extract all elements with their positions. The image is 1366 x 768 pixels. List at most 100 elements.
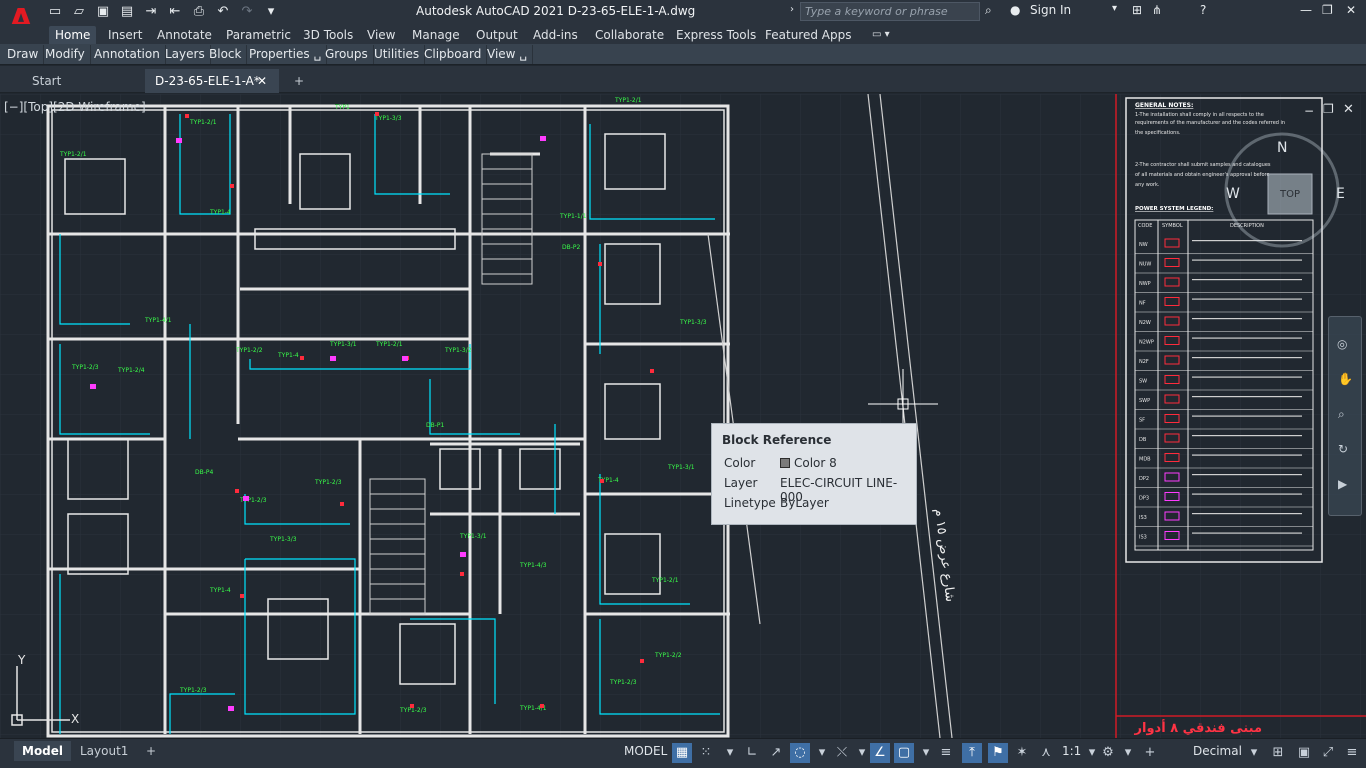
tab-output[interactable]: Output xyxy=(470,26,524,44)
file-tab-drawing[interactable]: D-23-65-ELE-1-A* ✕ xyxy=(145,69,279,93)
new-tab-icon[interactable]: + xyxy=(284,69,314,93)
svg-text:W: W xyxy=(1226,186,1240,202)
file-tab-start[interactable]: Start xyxy=(22,69,71,93)
tab-view[interactable]: View xyxy=(361,26,401,44)
tab-layout1[interactable]: Layout1 xyxy=(72,741,136,761)
viewport-restore-icon[interactable]: ❐ xyxy=(1323,102,1334,116)
tab-home[interactable]: Home xyxy=(49,26,97,44)
viewport-minimize-icon[interactable]: − xyxy=(1304,104,1314,118)
new-file-icon[interactable]: ▭ xyxy=(46,3,64,21)
panel-draw[interactable]: Draw xyxy=(2,45,45,64)
panel-annotation[interactable]: Annotation xyxy=(89,45,166,64)
annotation-scale-icon[interactable]: ⋏ xyxy=(1036,743,1056,763)
qat-dropdown-icon[interactable]: ▾ xyxy=(262,3,280,21)
selection-cycling-icon[interactable]: ⤒ xyxy=(962,743,982,763)
search-icon[interactable]: ⌕ xyxy=(985,3,992,18)
svg-text:TYP1-2/1: TYP1-2/1 xyxy=(651,577,679,584)
units-value[interactable]: Decimal xyxy=(1193,744,1242,758)
close-icon[interactable]: ✕ xyxy=(1346,3,1356,17)
cart-icon[interactable]: ⊞ xyxy=(1132,3,1142,17)
tab-annotate[interactable]: Annotate xyxy=(151,26,218,44)
workspace-dropdown-icon[interactable]: ▾ xyxy=(1118,743,1138,763)
tab-parametric[interactable]: Parametric xyxy=(220,26,297,44)
search-input[interactable]: Type a keyword or phrase xyxy=(800,2,980,21)
save-as-icon[interactable]: ▤ xyxy=(118,3,136,21)
minimize-icon[interactable]: — xyxy=(1300,3,1312,17)
drawing-viewport[interactable]: TYP1-2/1 TYP1-2/1 TYP1 TYP1-3/3 TYP1-2/1 TY… xyxy=(0,94,1366,738)
showmotion-icon[interactable]: ▶ xyxy=(1338,477,1347,491)
object-snap-icon[interactable]: ◌ xyxy=(790,743,810,763)
customize-icon[interactable]: ≡ xyxy=(1342,743,1362,763)
share-icon[interactable]: ⋔ xyxy=(1152,3,1162,17)
annotation-scale-value[interactable]: 1:1 xyxy=(1062,744,1081,758)
status-bar: Model Layout1 + MODEL ▦ ⁙ ▾ ∟ ↗ ◌ ▾ ⤬ ▾ … xyxy=(0,738,1366,768)
ortho-icon[interactable]: ∟ xyxy=(742,743,762,763)
model-space-toggle[interactable]: MODEL xyxy=(624,744,667,758)
orbit-icon[interactable]: ↻ xyxy=(1338,442,1348,456)
import-icon[interactable]: ⇥ xyxy=(142,3,160,21)
navigation-bar[interactable]: ◎ ✋ ⌕ ↻ ▶ xyxy=(1328,316,1362,516)
tab-collaborate[interactable]: Collaborate xyxy=(589,26,670,44)
tab-add-ins[interactable]: Add-ins xyxy=(527,26,584,44)
legend-description-line xyxy=(1192,318,1302,320)
auto-scale-icon[interactable]: ✶ xyxy=(1012,743,1032,763)
svg-text:DESCRIPTION: DESCRIPTION xyxy=(1230,223,1264,229)
svg-text:TYP1-3/1: TYP1-3/1 xyxy=(667,464,695,471)
help-icon[interactable]: ? xyxy=(1200,3,1206,17)
sign-in-dropdown-icon[interactable]: ▾ xyxy=(1112,3,1117,14)
panel-block[interactable]: Block xyxy=(204,45,248,64)
tab-manage[interactable]: Manage xyxy=(406,26,466,44)
export-icon[interactable]: ⇤ xyxy=(166,3,184,21)
grid-icon[interactable]: ▦ xyxy=(672,743,692,763)
new-layout-icon[interactable]: + xyxy=(138,741,164,761)
snap-dropdown-icon[interactable]: ▾ xyxy=(720,743,740,763)
close-tab-icon[interactable]: ✕ xyxy=(257,69,267,93)
transparency-dropdown-icon[interactable]: ▾ xyxy=(916,743,936,763)
open-file-icon[interactable]: ▱ xyxy=(70,3,88,21)
lineweight-icon[interactable]: ▢ xyxy=(894,743,914,763)
zoom-icon[interactable]: ⌕ xyxy=(1338,407,1345,422)
viewport-controls[interactable]: [−][Top][2D Wireframe] xyxy=(4,100,146,114)
isolate-objects-icon[interactable]: ▣ xyxy=(1294,743,1314,763)
tab-featured-apps[interactable]: Featured Apps xyxy=(759,26,857,44)
clean-screen-icon[interactable]: ⤢ xyxy=(1318,743,1338,763)
steering-wheel-icon[interactable]: ◎ xyxy=(1337,337,1347,351)
panel-view[interactable]: View ␣ xyxy=(482,45,533,64)
search-expand-icon[interactable]: › xyxy=(790,4,794,15)
osnap-dropdown-icon[interactable]: ▾ xyxy=(812,743,832,763)
sign-in-link[interactable]: Sign In xyxy=(1030,3,1071,17)
panel-properties[interactable]: Properties ␣ xyxy=(244,45,328,64)
panel-clipboard[interactable]: Clipboard xyxy=(419,45,488,64)
tooltip-title: Block Reference xyxy=(722,433,832,447)
svg-text:TYP1-2/1: TYP1-2/1 xyxy=(614,97,642,104)
tab-3d-tools[interactable]: 3D Tools xyxy=(297,26,359,44)
panel-groups[interactable]: Groups xyxy=(320,45,374,64)
units-dropdown-icon[interactable]: ▾ xyxy=(1244,743,1264,763)
user-icon[interactable]: ● xyxy=(1010,3,1020,17)
svg-text:TYP1-2/1: TYP1-2/1 xyxy=(189,119,217,126)
workspace-gear-icon[interactable]: ⚙ xyxy=(1098,743,1118,763)
pan-icon[interactable]: ✋ xyxy=(1338,372,1353,386)
restore-icon[interactable]: ❐ xyxy=(1322,3,1333,17)
menu-icon[interactable]: ≡ xyxy=(936,743,956,763)
panel-modify[interactable]: Modify xyxy=(40,45,91,64)
svg-text:TYP1-2/3: TYP1-2/3 xyxy=(314,479,342,486)
annotation-monitor-icon[interactable]: + xyxy=(1140,743,1160,763)
quick-properties-icon[interactable]: ⊞ xyxy=(1268,743,1288,763)
tab-insert[interactable]: Insert xyxy=(102,26,148,44)
tab-model[interactable]: Model xyxy=(14,741,72,761)
ribbon-toggle-icon[interactable]: ▭ ▾ xyxy=(866,26,896,44)
snap-icon[interactable]: ⁙ xyxy=(696,743,716,763)
annotation-visibility-icon[interactable]: ⚑ xyxy=(988,743,1008,763)
isodraft-dropdown-icon[interactable]: ▾ xyxy=(852,743,872,763)
polar-icon[interactable]: ↗ xyxy=(766,743,786,763)
save-icon[interactable]: ▣ xyxy=(94,3,112,21)
redo-icon[interactable]: ↷ xyxy=(238,3,256,21)
object-tracking-icon[interactable]: ∠ xyxy=(870,743,890,763)
print-icon[interactable]: ⎙ xyxy=(190,3,208,21)
isodraft-icon[interactable]: ⤬ xyxy=(832,743,852,763)
tab-express-tools[interactable]: Express Tools xyxy=(670,26,762,44)
viewport-close-icon[interactable]: ✕ xyxy=(1343,102,1354,117)
undo-icon[interactable]: ↶ xyxy=(214,3,232,21)
panel-utilities[interactable]: Utilities xyxy=(369,45,426,64)
